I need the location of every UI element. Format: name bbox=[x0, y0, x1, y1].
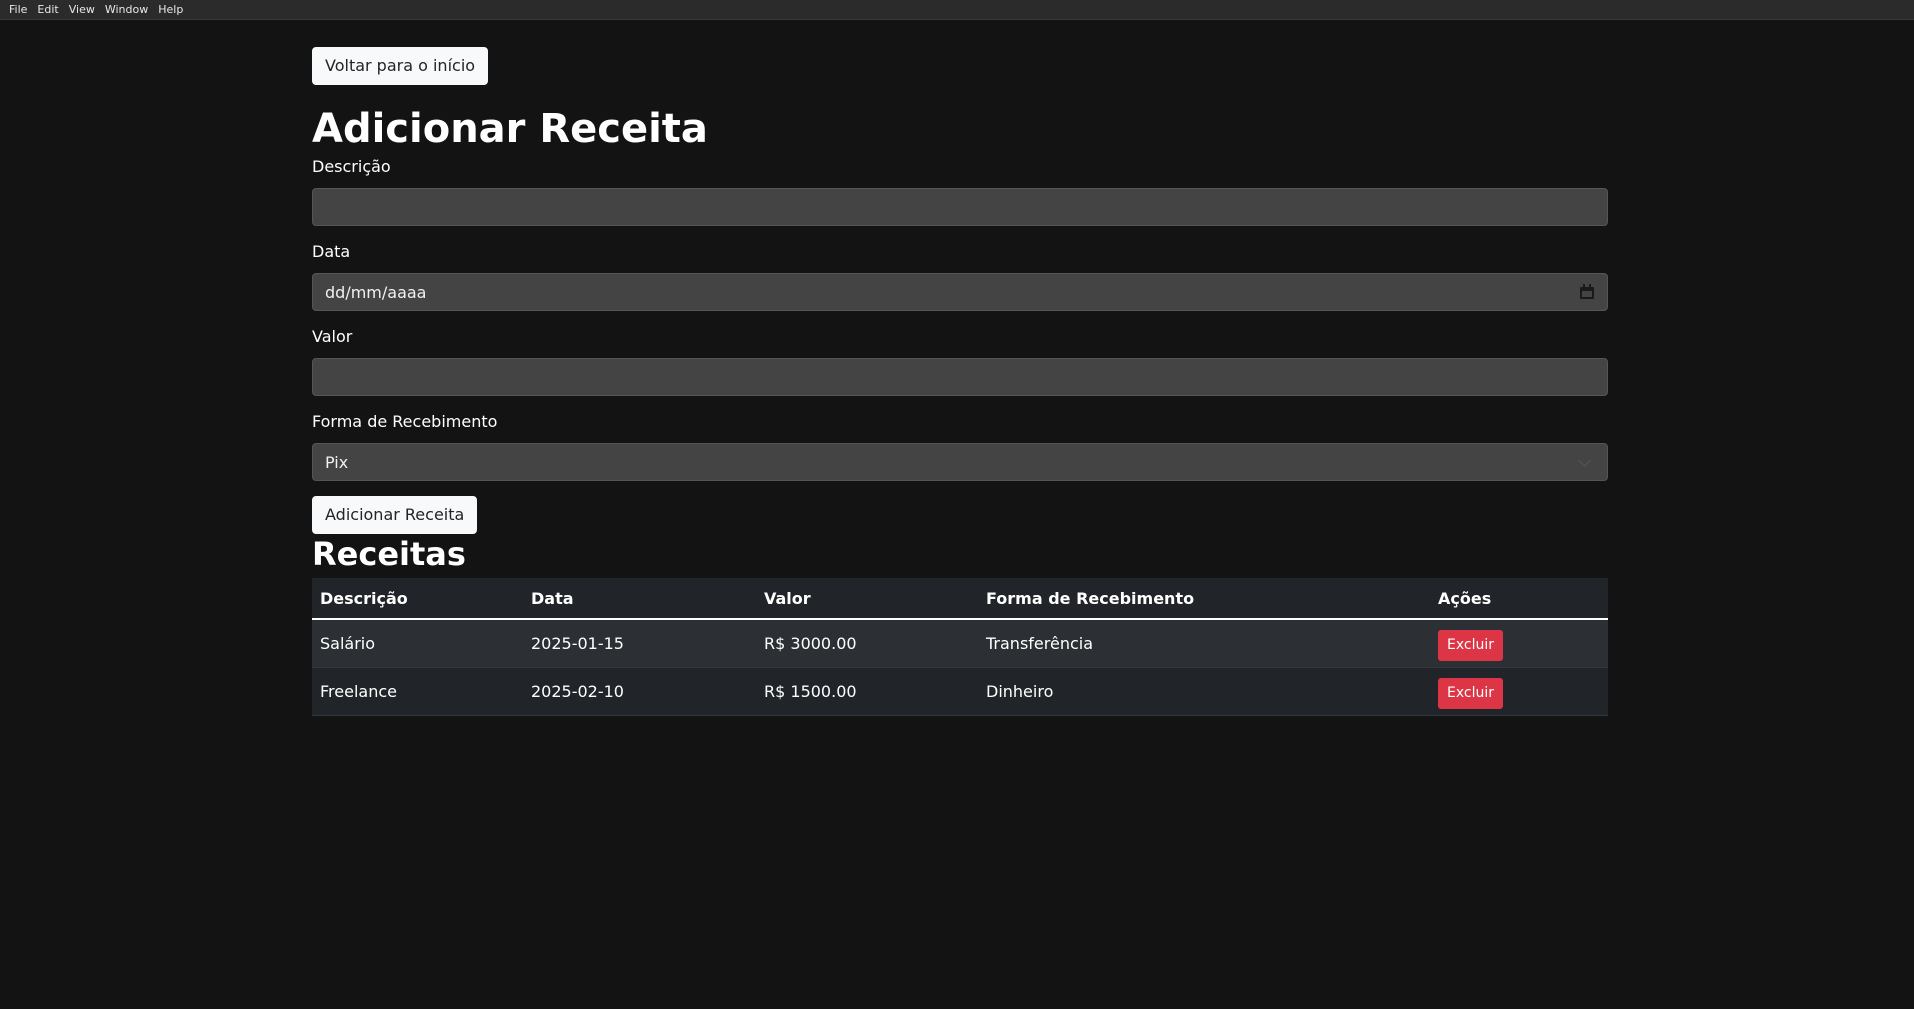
cell-acoes: Excluir bbox=[1430, 619, 1608, 668]
menu-file[interactable]: File bbox=[4, 3, 32, 16]
chevron-down-icon bbox=[1578, 453, 1591, 467]
page-title: Adicionar Receita bbox=[312, 106, 708, 152]
cell-data: 2025-02-10 bbox=[523, 667, 756, 716]
cell-forma: Dinheiro bbox=[978, 667, 1430, 716]
receitas-title: Receitas bbox=[312, 535, 466, 573]
cell-data: 2025-01-15 bbox=[523, 619, 756, 668]
cell-descricao: Salário bbox=[312, 619, 523, 668]
data-input[interactable]: dd/mm/aaaa bbox=[312, 273, 1608, 311]
valor-label: Valor bbox=[312, 327, 353, 346]
valor-group: Valor bbox=[312, 327, 1608, 396]
menu-edit[interactable]: Edit bbox=[32, 3, 63, 16]
descricao-group: Descrição bbox=[312, 157, 1608, 226]
add-receita-button[interactable]: Adicionar Receita bbox=[312, 496, 478, 534]
column-header-data: Data bbox=[523, 578, 756, 620]
forma-group: Forma de Recebimento Pix bbox=[312, 412, 1608, 481]
forma-selected-value: Pix bbox=[325, 452, 349, 472]
submit-wrap: Adicionar Receita bbox=[312, 496, 1608, 534]
delete-button[interactable]: Excluir bbox=[1438, 629, 1503, 661]
menu-bar: File Edit View Window Help bbox=[0, 0, 1914, 20]
menu-view[interactable]: View bbox=[64, 3, 100, 16]
receitas-table: Descrição Data Valor Forma de Recebiment… bbox=[312, 578, 1608, 716]
cell-valor: R$ 1500.00 bbox=[756, 667, 978, 716]
back-to-home-button[interactable]: Voltar para o início bbox=[312, 47, 489, 85]
table-row: Freelance 2025-02-10 R$ 1500.00 Dinheiro… bbox=[312, 667, 1608, 716]
delete-button[interactable]: Excluir bbox=[1438, 677, 1503, 709]
calendar-icon[interactable] bbox=[1579, 284, 1595, 300]
main-container: Voltar para o início Adicionar Receita D… bbox=[312, 47, 1608, 716]
cell-forma: Transferência bbox=[978, 619, 1430, 668]
table-row: Salário 2025-01-15 R$ 3000.00 Transferên… bbox=[312, 619, 1608, 668]
column-header-forma: Forma de Recebimento bbox=[978, 578, 1430, 620]
table-header-row: Descrição Data Valor Forma de Recebiment… bbox=[312, 578, 1608, 620]
menu-help[interactable]: Help bbox=[153, 3, 188, 16]
menu-window[interactable]: Window bbox=[100, 3, 153, 16]
descricao-input[interactable] bbox=[312, 188, 1608, 226]
data-group: Data dd/mm/aaaa bbox=[312, 242, 1608, 311]
column-header-valor: Valor bbox=[756, 578, 978, 620]
data-label: Data bbox=[312, 242, 351, 261]
forma-label: Forma de Recebimento bbox=[312, 412, 498, 431]
data-placeholder: dd/mm/aaaa bbox=[325, 282, 427, 302]
forma-select[interactable]: Pix bbox=[312, 443, 1608, 481]
descricao-label: Descrição bbox=[312, 157, 391, 176]
valor-input[interactable] bbox=[312, 358, 1608, 396]
cell-acoes: Excluir bbox=[1430, 667, 1608, 716]
column-header-acoes: Ações bbox=[1430, 578, 1608, 620]
cell-valor: R$ 3000.00 bbox=[756, 619, 978, 668]
column-header-descricao: Descrição bbox=[312, 578, 523, 620]
cell-descricao: Freelance bbox=[312, 667, 523, 716]
